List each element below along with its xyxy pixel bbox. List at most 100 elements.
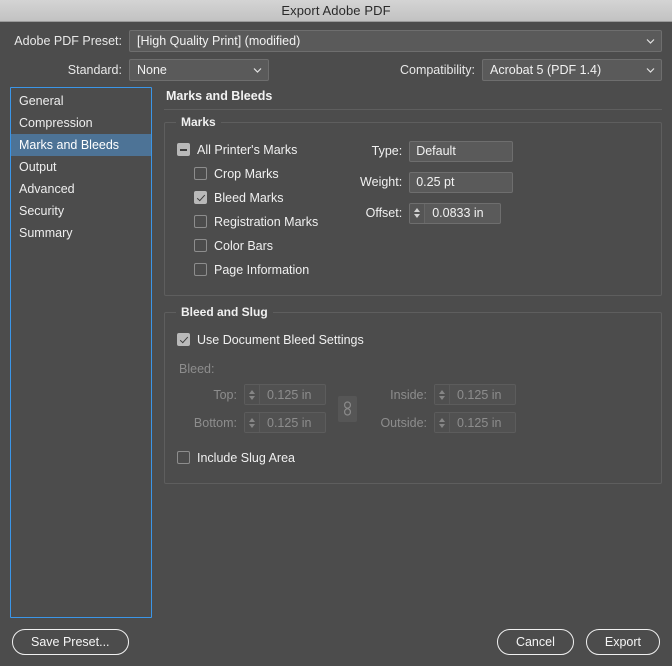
standard-label: Standard:	[67, 63, 122, 77]
offset-label: Offset:	[365, 206, 403, 220]
marks-group: Marks All Printer's Marks Crop Marks Ble…	[164, 115, 662, 296]
sidebar-item-output[interactable]: Output	[11, 156, 151, 178]
bleed-marks-checkbox-row[interactable]: Bleed Marks	[177, 187, 318, 208]
use-document-bleed-label: Use Document Bleed Settings	[197, 332, 364, 347]
all-printers-marks-checkbox-row[interactable]: All Printer's Marks	[177, 139, 318, 160]
crop-marks-checkbox-row[interactable]: Crop Marks	[177, 163, 318, 184]
chevron-down-icon	[253, 66, 262, 75]
page-information-label: Page Information	[214, 262, 310, 277]
bleed-bottom-stepper: 0.125 in	[244, 412, 326, 433]
bleed-right-column: Inside: 0.125 in Outside: 0.125 in	[369, 384, 516, 433]
adobe-pdf-preset-select[interactable]: [High Quality Print] (modified)	[129, 30, 662, 52]
standard-select[interactable]: None	[129, 59, 269, 81]
bleed-and-slug-group: Bleed and Slug Use Document Bleed Settin…	[164, 305, 662, 484]
category-sidebar[interactable]: General Compression Marks and Bleeds Out…	[10, 87, 152, 618]
page-information-checkbox-row[interactable]: Page Information	[177, 259, 318, 280]
stepper-arrows-icon	[245, 385, 260, 404]
compatibility-label: Compatibility:	[399, 63, 475, 77]
checkbox-unchecked-icon[interactable]	[194, 167, 207, 180]
checkbox-unchecked-icon[interactable]	[194, 215, 207, 228]
bleed-outside-row: Outside: 0.125 in	[369, 412, 516, 433]
sidebar-item-general[interactable]: General	[11, 90, 151, 112]
crop-marks-label: Crop Marks	[214, 166, 279, 181]
bleed-outside-stepper: 0.125 in	[434, 412, 516, 433]
standard-value: None	[137, 63, 167, 77]
offset-value: 0.0833 in	[432, 206, 484, 220]
marks-type-select[interactable]: Default	[409, 140, 514, 163]
color-bars-label: Color Bars	[214, 238, 274, 253]
standard-compat-row: Standard: None Compatibility: Acrobat 5 …	[10, 59, 662, 81]
bleed-inside-value: 0.125 in	[457, 387, 502, 402]
chain-link-icon	[344, 401, 352, 416]
sidebar-item-label: Summary	[19, 226, 73, 240]
bleed-bottom-value: 0.125 in	[267, 415, 312, 430]
include-slug-area-checkbox-row[interactable]: Include Slug Area	[177, 447, 649, 468]
checkbox-unchecked-icon[interactable]	[194, 239, 207, 252]
type-row: Type: Default	[344, 140, 514, 163]
sidebar-item-label: Compression	[19, 116, 93, 130]
dialog-body: General Compression Marks and Bleeds Out…	[0, 87, 672, 618]
bleed-top-value: 0.125 in	[267, 387, 312, 402]
panel-title: Marks and Bleeds	[166, 89, 273, 103]
settings-panel: Marks and Bleeds Marks All Printer's Mar…	[164, 87, 662, 618]
preset-row: Adobe PDF Preset: [High Quality Print] (…	[10, 30, 662, 52]
sidebar-item-security[interactable]: Security	[11, 200, 151, 222]
link-bleed-values-toggle	[338, 395, 357, 422]
sidebar-item-label: Marks and Bleeds	[19, 138, 120, 152]
bleed-marks-label: Bleed Marks	[214, 190, 284, 205]
panel-divider	[164, 109, 662, 110]
all-printers-marks-label: All Printer's Marks	[197, 142, 298, 157]
registration-marks-checkbox-row[interactable]: Registration Marks	[177, 211, 318, 232]
window-titlebar: Export Adobe PDF	[0, 0, 672, 22]
weight-row: Weight: 0.25 pt	[344, 171, 514, 194]
preset-label: Adobe PDF Preset:	[14, 34, 122, 48]
save-preset-button[interactable]: Save Preset...	[12, 629, 129, 655]
use-document-bleed-checkbox-row[interactable]: Use Document Bleed Settings	[177, 329, 649, 350]
dialog-footer: Save Preset... Cancel Export	[0, 618, 672, 666]
checkbox-checked-icon[interactable]	[194, 191, 207, 204]
bleed-left-column: Top: 0.125 in Bottom: 0.125 in	[179, 384, 326, 433]
sidebar-item-advanced[interactable]: Advanced	[11, 178, 151, 200]
offset-row: Offset: 0.0833 in	[344, 202, 513, 224]
marks-offset-stepper[interactable]: 0.0833 in	[409, 202, 502, 224]
sidebar-item-marks-and-bleeds[interactable]: Marks and Bleeds	[11, 134, 151, 156]
bleed-outside-value: 0.125 in	[457, 415, 502, 430]
window-title: Export Adobe PDF	[281, 3, 391, 18]
bleed-inside-label: Inside:	[390, 387, 427, 402]
sidebar-item-label: Advanced	[19, 182, 75, 196]
sidebar-item-summary[interactable]: Summary	[11, 222, 151, 244]
preset-value: [High Quality Print] (modified)	[137, 34, 301, 48]
checkbox-checked-icon[interactable]	[177, 333, 190, 346]
type-value: Default	[416, 144, 456, 158]
sidebar-item-compression[interactable]: Compression	[11, 112, 151, 134]
export-adobe-pdf-dialog: Export Adobe PDF Adobe PDF Preset: [High…	[0, 0, 672, 666]
stepper-arrows-icon	[435, 413, 450, 432]
checkbox-mixed-icon[interactable]	[177, 143, 190, 156]
cancel-button[interactable]: Cancel	[496, 629, 574, 655]
bleed-inside-row: Inside: 0.125 in	[369, 384, 516, 405]
registration-marks-label: Registration Marks	[214, 214, 319, 229]
compatibility-value: Acrobat 5 (PDF 1.4)	[490, 63, 602, 77]
weight-value: 0.25 pt	[416, 175, 455, 189]
sidebar-item-label: Security	[19, 204, 65, 218]
sidebar-item-label: General	[19, 94, 64, 108]
bleed-inside-stepper: 0.125 in	[434, 384, 516, 405]
stepper-arrows-icon	[435, 385, 450, 404]
bleed-top-row: Top: 0.125 in	[179, 384, 326, 405]
bleed-top-stepper: 0.125 in	[244, 384, 326, 405]
bleed-and-slug-group-title: Bleed and Slug	[176, 305, 273, 319]
preset-area: Adobe PDF Preset: [High Quality Print] (…	[0, 22, 672, 87]
marks-weight-select[interactable]: 0.25 pt	[409, 171, 514, 194]
checkbox-unchecked-icon[interactable]	[194, 263, 207, 276]
stepper-arrows-icon[interactable]	[410, 203, 426, 223]
marks-group-title: Marks	[176, 115, 221, 129]
export-button[interactable]: Export	[585, 629, 660, 655]
checkbox-unchecked-icon[interactable]	[177, 451, 190, 464]
include-slug-area-label: Include Slug Area	[197, 450, 295, 465]
bleed-bottom-label: Bottom:	[193, 415, 237, 430]
color-bars-checkbox-row[interactable]: Color Bars	[177, 235, 318, 256]
bleed-bottom-row: Bottom: 0.125 in	[179, 412, 326, 433]
compatibility-select[interactable]: Acrobat 5 (PDF 1.4)	[482, 59, 662, 81]
type-label: Type:	[371, 144, 403, 158]
weight-label: Weight:	[360, 175, 403, 189]
